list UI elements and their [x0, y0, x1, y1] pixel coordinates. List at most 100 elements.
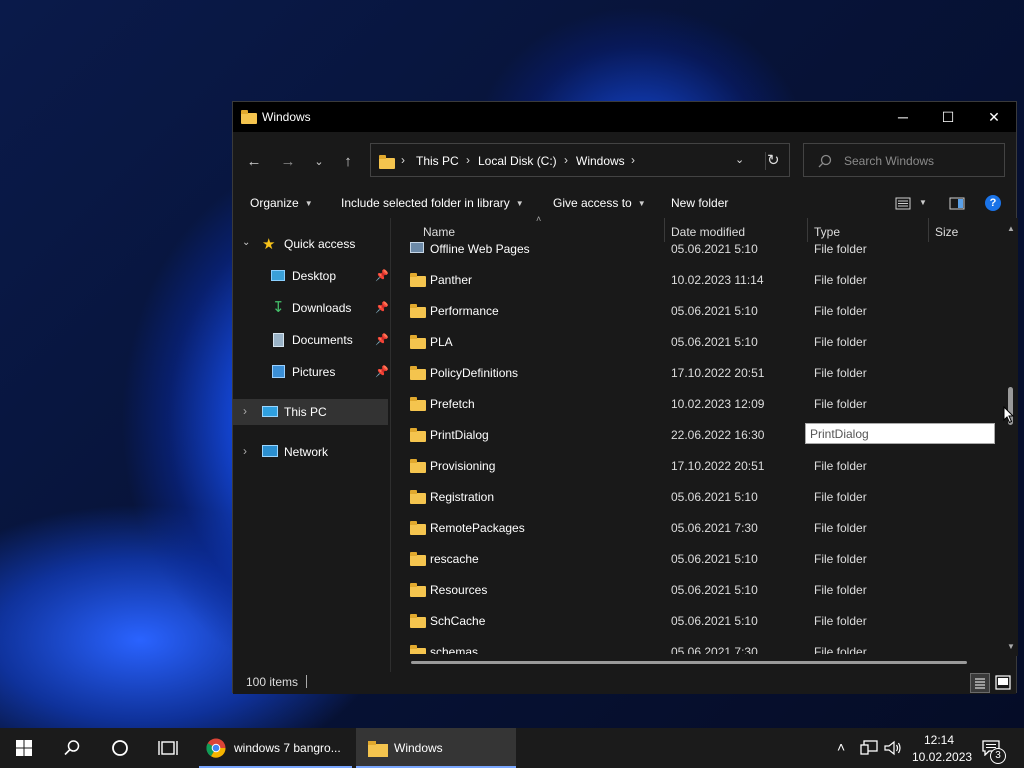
task-view-button[interactable] — [144, 728, 192, 768]
preview-pane-icon[interactable] — [949, 197, 965, 210]
file-row[interactable]: schemas 05.06.2021 7:30 File folder — [392, 637, 1004, 654]
file-row[interactable]: Prefetch 10.02.2023 12:09 File folder — [392, 389, 1004, 420]
search-icon — [818, 154, 832, 168]
folder-icon — [410, 304, 426, 318]
folder-icon — [410, 459, 426, 473]
include-in-library-button[interactable]: Include selected folder in library ▼ — [341, 196, 524, 210]
view-options-icon[interactable] — [895, 197, 911, 210]
nav-item-this-pc[interactable]: › This PC — [233, 399, 388, 425]
sort-ascending-icon: ˄ — [536, 214, 542, 224]
folder-icon — [410, 645, 426, 654]
search-box[interactable]: Search Windows — [803, 143, 1005, 177]
folder-icon — [410, 490, 426, 504]
view-dropdown-caret-icon[interactable]: ▼ — [919, 198, 927, 207]
large-icons-view-icon[interactable] — [995, 675, 1011, 691]
forward-arrow-icon[interactable]: → — [278, 151, 298, 171]
column-header-name[interactable]: Name — [423, 225, 455, 239]
folder-icon — [410, 397, 426, 411]
column-header-date[interactable]: Date modified — [671, 225, 745, 239]
file-row[interactable]: Offline Web Pages 05.06.2021 5:10 File f… — [392, 240, 1004, 265]
details-view-icon[interactable] — [970, 673, 990, 693]
column-divider[interactable] — [807, 218, 808, 242]
file-row[interactable]: Resources 05.06.2021 5:10 File folder — [392, 575, 1004, 606]
help-icon[interactable]: ? — [985, 195, 1001, 211]
window-title: Windows — [262, 110, 311, 124]
folder-icon — [368, 741, 388, 757]
explorer-window: Windows ─ ☐ ✕ ← → ⌄ ↑ › This PC › Local … — [232, 101, 1018, 694]
breadcrumb-local-disk[interactable]: Local Disk (C:) — [478, 154, 557, 168]
breadcrumb-windows[interactable]: Windows — [576, 154, 625, 168]
title-bar[interactable]: Windows ─ ☐ ✕ — [233, 102, 1016, 132]
vertical-scrollbar[interactable]: ▲ ▼ — [1004, 218, 1018, 656]
breadcrumb-separator-icon[interactable]: › — [631, 153, 635, 167]
nav-item-quick-access[interactable]: ⌄ ★ Quick access — [233, 231, 388, 257]
nav-item-network[interactable]: › Network — [233, 439, 388, 465]
file-row[interactable]: Performance 05.06.2021 5:10 File folder — [392, 296, 1004, 327]
notification-center-button[interactable]: 3 — [977, 728, 1024, 768]
volume-icon[interactable] — [884, 740, 902, 756]
folder-icon — [410, 521, 426, 535]
notification-count-badge: 3 — [990, 748, 1006, 764]
cortana-button[interactable] — [96, 728, 144, 768]
file-row[interactable]: PolicyDefinitions 17.10.2022 20:51 File … — [392, 358, 1004, 389]
nav-label: Pictures — [292, 365, 336, 379]
file-row[interactable]: PLA 05.06.2021 5:10 File folder — [392, 327, 1004, 358]
nav-item-documents[interactable]: Documents 📌 — [233, 327, 389, 353]
file-row[interactable]: rescache 05.06.2021 5:10 File folder — [392, 544, 1004, 575]
file-row[interactable]: Registration 05.06.2021 5:10 File folder — [392, 482, 1004, 513]
minimize-button[interactable]: ─ — [880, 102, 926, 132]
back-arrow-icon[interactable]: ← — [244, 151, 264, 171]
address-bar[interactable]: › This PC › Local Disk (C:) › Windows › … — [370, 143, 790, 177]
clock[interactable]: 12:14 10.02.2023 — [905, 728, 972, 768]
file-date: 05.06.2021 5:10 — [671, 490, 758, 504]
file-row[interactable]: Provisioning 17.10.2022 20:51 File folde… — [392, 451, 1004, 482]
windows-logo-icon — [16, 740, 32, 756]
search-input[interactable]: Search Windows — [844, 154, 934, 168]
address-history-chevron-icon[interactable]: ⌄ — [735, 153, 744, 166]
nav-item-desktop[interactable]: Desktop 📌 — [233, 263, 389, 289]
nav-item-downloads[interactable]: ↧ Downloads 📌 — [233, 295, 389, 321]
breadcrumb-separator-icon[interactable]: › — [564, 153, 568, 167]
file-row[interactable]: SchCache 05.06.2021 5:10 File folder — [392, 606, 1004, 637]
horizontal-scrollbar[interactable] — [411, 661, 967, 664]
refresh-icon[interactable]: ↻ — [767, 151, 780, 169]
up-arrow-icon[interactable]: ↑ — [338, 151, 358, 171]
pin-icon: 📌 — [375, 302, 389, 314]
maximize-button[interactable]: ☐ — [925, 102, 971, 132]
give-access-button[interactable]: Give access to ▼ — [553, 196, 646, 210]
column-divider[interactable] — [664, 218, 665, 242]
folder-icon — [410, 614, 426, 628]
column-header-size[interactable]: Size — [935, 225, 958, 239]
new-folder-button[interactable]: New folder — [671, 196, 728, 210]
file-type: File folder — [814, 459, 867, 473]
show-hidden-icons-chevron-icon[interactable]: ˄ — [837, 739, 845, 755]
scroll-down-icon[interactable]: ▼ — [1007, 642, 1015, 651]
web-pages-folder-icon — [410, 242, 426, 254]
scroll-up-icon[interactable]: ▲ — [1007, 224, 1015, 233]
chevron-down-icon[interactable]: ⌄ — [242, 237, 250, 248]
breadcrumb-separator-icon[interactable]: › — [466, 153, 470, 167]
column-header-type[interactable]: Type — [814, 225, 840, 239]
breadcrumb-separator-icon[interactable]: › — [401, 153, 405, 167]
computer-icon — [262, 406, 278, 417]
file-row[interactable]: Panther 10.02.2023 11:14 File folder — [392, 265, 1004, 296]
column-divider[interactable] — [928, 218, 929, 242]
search-button[interactable] — [48, 728, 96, 768]
recent-locations-chevron-icon[interactable]: ⌄ — [309, 151, 329, 171]
folder-icon — [410, 273, 426, 287]
star-icon: ★ — [262, 236, 276, 253]
start-button[interactable] — [0, 728, 48, 768]
breadcrumb-this-pc[interactable]: This PC — [416, 154, 459, 168]
file-row[interactable]: RemotePackages 05.06.2021 7:30 File fold… — [392, 513, 1004, 544]
mouse-cursor-icon — [1003, 406, 1015, 424]
close-button[interactable]: ✕ — [971, 102, 1017, 132]
organize-button[interactable]: Organize ▼ — [250, 196, 313, 210]
taskbar-app-explorer[interactable]: Windows — [356, 728, 516, 768]
chevron-right-icon[interactable]: › — [243, 444, 247, 458]
chevron-right-icon[interactable]: › — [243, 404, 247, 418]
nav-item-pictures[interactable]: Pictures 📌 — [233, 359, 389, 385]
network-status-icon[interactable] — [860, 740, 878, 756]
taskbar-app-chrome[interactable]: windows 7 bangro... — [199, 728, 352, 768]
nav-label: Downloads — [292, 301, 352, 315]
clock-time: 12:14 — [924, 733, 955, 747]
